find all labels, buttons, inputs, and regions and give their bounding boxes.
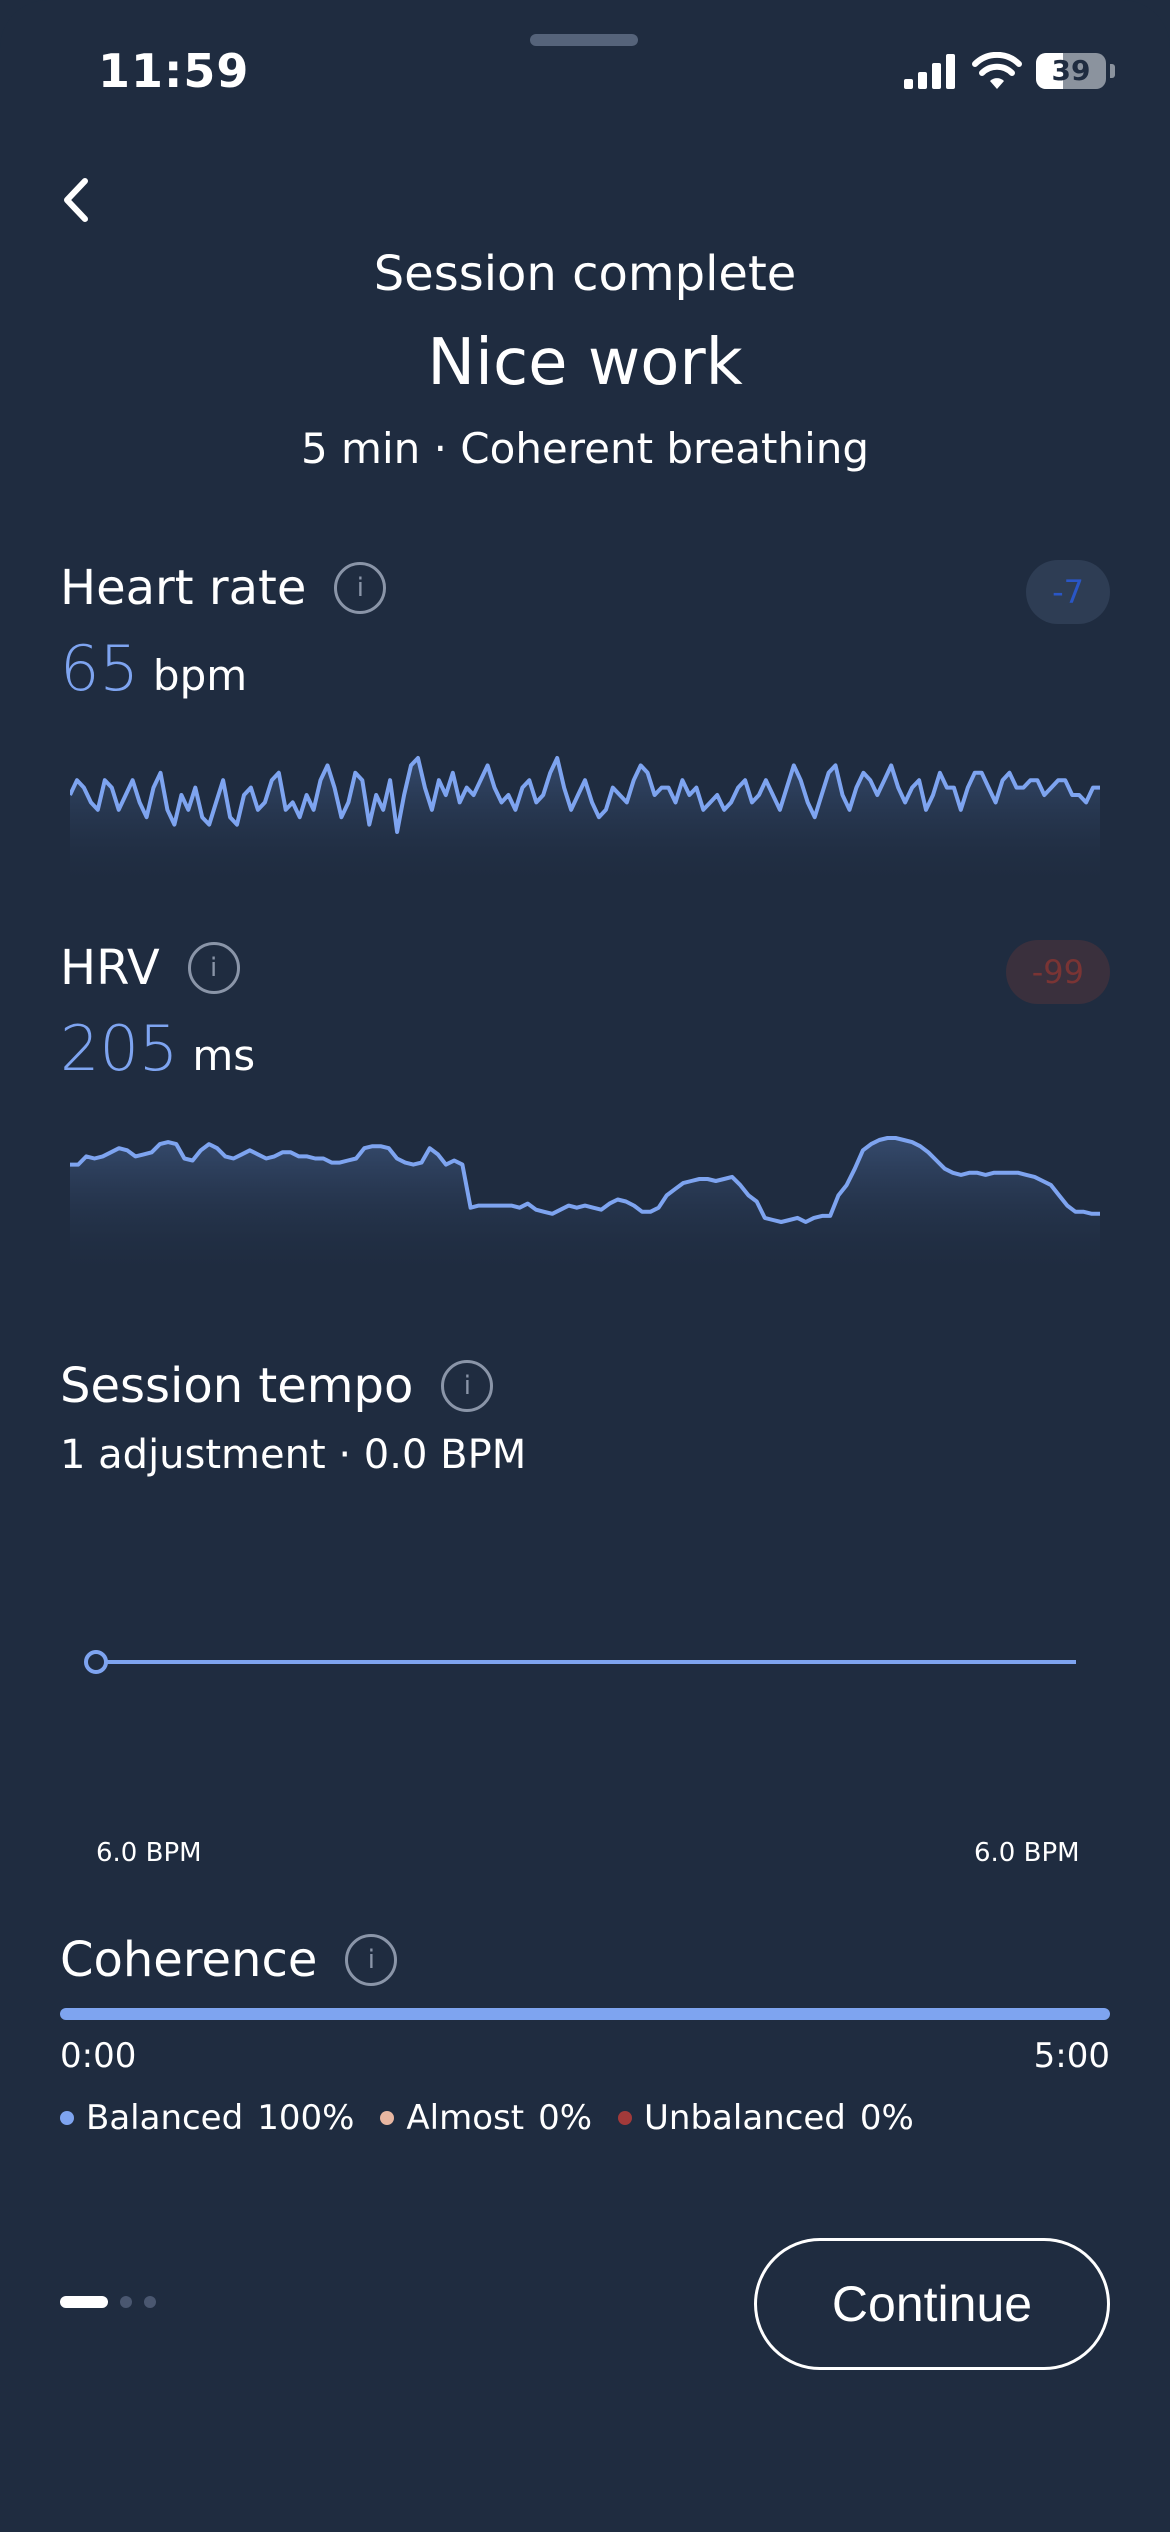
continue-button[interactable]: Continue: [754, 2238, 1110, 2370]
heart-rate-title: Heart rate: [60, 560, 307, 616]
heart-rate-unit: bpm: [152, 651, 248, 700]
hrv-chart: [70, 1136, 1100, 1280]
tempo-title-row: Session tempo i: [60, 1358, 494, 1414]
status-icons: 39: [904, 52, 1115, 90]
heart-rate-series-area: [70, 758, 1100, 890]
legend-item-almost: Almost 0%: [380, 2098, 592, 2138]
heart-rate-delta-badge: -7: [1026, 560, 1110, 624]
coherence-start-time: 0:00: [60, 2036, 137, 2076]
legend-dot-unbalanced: [618, 2111, 633, 2125]
battery-icon: 39: [1036, 53, 1106, 89]
hrv-delta-badge: -99: [1005, 940, 1110, 1004]
hrv-title-row: HRV i: [60, 940, 240, 996]
legend-pct: 100%: [257, 2098, 355, 2138]
legend-label: Almost: [406, 2098, 525, 2138]
tempo-title: Session tempo: [60, 1358, 414, 1414]
coherence-title-row: Coherence i: [60, 1932, 398, 1988]
session-summary-sheet: 11:59 39 Session complete Nice work 5 mi…: [0, 0, 1170, 2532]
tempo-subtitle: 1 adjustment · 0.0 BPM: [60, 1432, 527, 1478]
coherence-legend: Balanced 100% Almost 0% Unbalanced 0%: [60, 2098, 940, 2138]
coherence-info-icon[interactable]: i: [345, 1934, 398, 1986]
sheet-grabber[interactable]: [530, 34, 638, 46]
battery-nub: [1110, 64, 1115, 78]
session-complete-label: Session complete: [373, 246, 797, 302]
page-title: Nice work: [427, 326, 743, 400]
status-time: 11:59: [98, 44, 250, 98]
session-subtitle: 5 min · Coherent breathing: [300, 424, 870, 473]
legend-item-balanced: Balanced 100%: [60, 2098, 354, 2138]
hrv-title: HRV: [60, 940, 160, 996]
hrv-info-icon[interactable]: i: [187, 942, 240, 994]
back-button[interactable]: [46, 170, 106, 230]
page-dot: [144, 2296, 156, 2308]
tempo-end-label: 6.0 BPM: [974, 1838, 1080, 1868]
page-dot-active: [60, 2296, 108, 2308]
legend-item-unbalanced: Unbalanced 0%: [618, 2098, 914, 2138]
wifi-icon: [972, 52, 1022, 89]
battery-label: 39: [1051, 54, 1091, 87]
tempo-start-label: 6.0 BPM: [96, 1838, 202, 1868]
legend-label: Unbalanced: [644, 2098, 846, 2138]
hrv-metric: 205 ms: [60, 1012, 255, 1085]
heart-rate-info-icon[interactable]: i: [334, 562, 387, 614]
coherence-timeline-bar: [60, 2008, 1110, 2020]
hrv-series-area: [70, 1138, 1100, 1280]
legend-label: Balanced: [86, 2098, 244, 2138]
heart-rate-value: 65: [60, 632, 139, 705]
page-indicator: [60, 2296, 156, 2308]
coherence-title: Coherence: [60, 1932, 318, 1988]
heart-rate-metric: 65 bpm: [60, 632, 247, 705]
legend-dot-balanced: [60, 2111, 74, 2125]
hrv-value: 205: [60, 1012, 179, 1085]
legend-pct: 0%: [859, 2098, 914, 2138]
legend-pct: 0%: [538, 2098, 593, 2138]
tempo-info-icon[interactable]: i: [441, 1360, 494, 1412]
tempo-chart: [84, 1650, 1076, 1674]
heart-rate-title-row: Heart rate i: [60, 560, 387, 616]
coherence-end-time: 5:00: [1033, 2036, 1110, 2076]
page-dot: [120, 2296, 132, 2308]
signal-icon: [904, 54, 955, 89]
tempo-start-point: [84, 1650, 108, 1674]
chevron-left-icon: [64, 178, 88, 222]
hrv-unit: ms: [192, 1031, 256, 1080]
heart-rate-chart: [70, 756, 1100, 890]
legend-dot-almost: [380, 2111, 395, 2125]
